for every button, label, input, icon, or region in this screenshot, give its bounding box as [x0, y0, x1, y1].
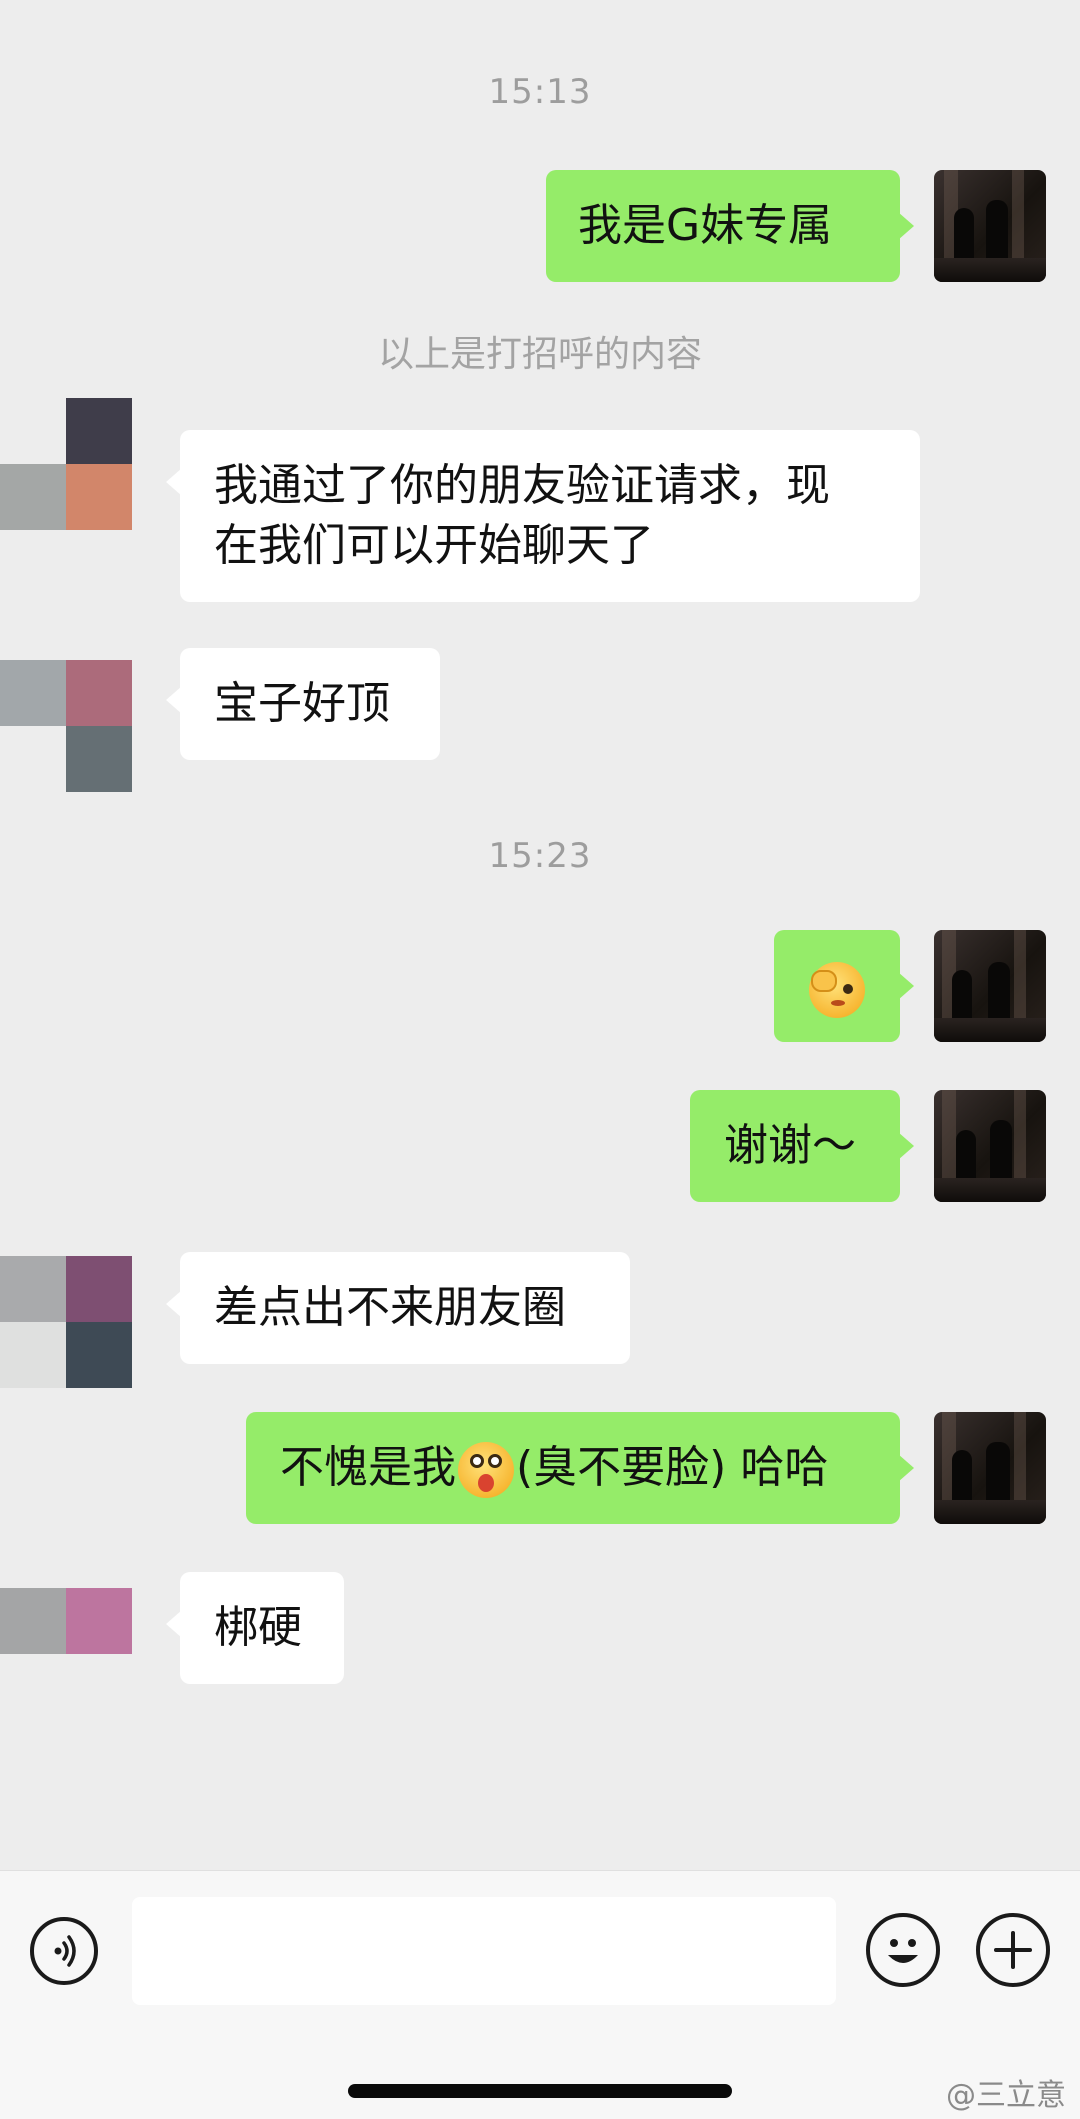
- winking-hand-emoji: [809, 962, 865, 1018]
- message-bubble-peer[interactable]: 差点出不来朋友圈: [166, 1252, 630, 1364]
- system-note: 以上是打招呼的内容: [377, 334, 702, 375]
- voice-icon[interactable]: [30, 1917, 98, 1985]
- message-input[interactable]: [132, 1897, 836, 2005]
- chat-screen: 15:13 我是G妹专属 以上是打招呼的内容 我通过了你的朋友验证请求，现 在我…: [0, 0, 1080, 2119]
- message-text: 差点出不来朋友圈: [214, 1282, 566, 1333]
- message-text: 我是G妹专属: [578, 200, 833, 251]
- message-text: 不愧是我: [280, 1442, 456, 1493]
- peer-avatar[interactable]: [0, 398, 132, 530]
- message-bubble-self[interactable]: [774, 930, 914, 1042]
- message-text-line: 在我们可以开始聊天了: [214, 520, 654, 571]
- peer-avatar[interactable]: [0, 660, 132, 792]
- message-text: (臭不要脸) 哈哈: [516, 1442, 829, 1493]
- tongue-out-emoji: [458, 1442, 514, 1498]
- message-bubble-self[interactable]: 我是G妹专属: [546, 170, 914, 282]
- watermark: @三立意: [946, 2078, 1066, 2113]
- timestamp: 15:23: [488, 836, 592, 876]
- message-text: 宝子好顶: [214, 678, 390, 729]
- message-text: 梆硬: [214, 1602, 302, 1653]
- self-avatar[interactable]: [934, 1090, 1046, 1202]
- message-bubble-self[interactable]: 不愧是我 (臭不要脸) 哈哈: [246, 1412, 914, 1524]
- home-indicator[interactable]: [348, 2084, 732, 2098]
- peer-avatar[interactable]: [0, 1256, 132, 1388]
- self-avatar[interactable]: [934, 930, 1046, 1042]
- input-bar: [0, 1870, 1080, 2119]
- timestamp: 15:13: [488, 72, 592, 112]
- self-avatar[interactable]: [934, 170, 1046, 282]
- message-bubble-peer[interactable]: 我通过了你的朋友验证请求，现 在我们可以开始聊天了: [166, 430, 920, 602]
- peer-avatar[interactable]: [0, 1588, 132, 1720]
- message-bubble-peer[interactable]: 宝子好顶: [166, 648, 440, 760]
- message-text: 谢谢～: [724, 1120, 856, 1171]
- smiley-icon[interactable]: [866, 1913, 940, 1987]
- message-text-line: 我通过了你的朋友验证请求，现: [214, 460, 830, 511]
- message-bubble-self[interactable]: 谢谢～: [690, 1090, 914, 1202]
- message-bubble-peer[interactable]: 梆硬: [166, 1572, 344, 1684]
- plus-icon[interactable]: [976, 1913, 1050, 1987]
- self-avatar[interactable]: [934, 1412, 1046, 1524]
